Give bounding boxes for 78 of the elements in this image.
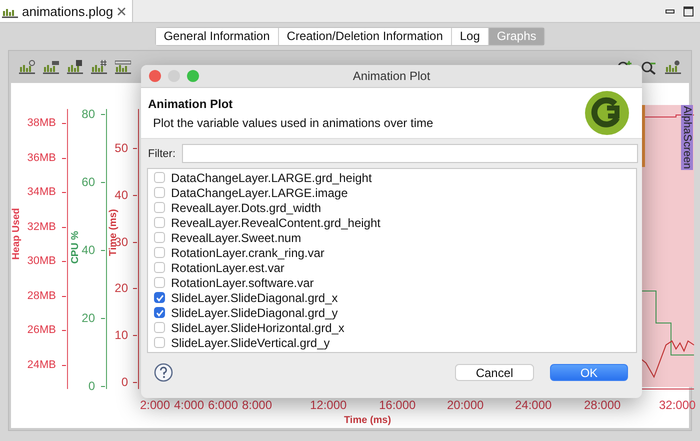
chart-grid-icon[interactable] bbox=[115, 60, 131, 74]
axis-tick-label: 60 bbox=[82, 175, 95, 189]
dialog-title: Animation Plot bbox=[352, 69, 430, 83]
axis-tick-label: 0 bbox=[121, 375, 128, 389]
axis-title: CPU % bbox=[70, 231, 81, 264]
axis-tick-label: 32MB bbox=[27, 220, 56, 234]
axis-tick-label: 38MB bbox=[27, 116, 56, 130]
axis-tick-label: 24MB bbox=[27, 358, 56, 372]
variable-name: RevealLayer.Sweet.num bbox=[171, 230, 302, 244]
axis-tick-label: 28:000 bbox=[584, 398, 621, 412]
axis-tick-label: 30 bbox=[114, 234, 128, 249]
chart-settings-icon[interactable] bbox=[19, 60, 35, 74]
filter-field[interactable] bbox=[182, 144, 638, 163]
axis-title: Heap Used bbox=[11, 208, 22, 260]
axis-tick-label: 26MB bbox=[27, 323, 56, 337]
zoom-out-icon[interactable] bbox=[641, 60, 657, 74]
checkbox[interactable] bbox=[154, 232, 165, 243]
chart-view-icon[interactable] bbox=[665, 60, 681, 74]
axis-tick-label: 10 bbox=[114, 328, 128, 342]
axis-tick-label: 24:000 bbox=[515, 398, 552, 412]
axis-tick-label: 20 bbox=[82, 311, 95, 325]
variable-name: RotationLayer.software.var bbox=[171, 276, 314, 290]
axis-tick-label: 8:000 bbox=[242, 398, 272, 412]
checkbox[interactable] bbox=[154, 172, 165, 183]
cancel-button[interactable]: Cancel bbox=[455, 364, 534, 381]
chart-save-icon[interactable] bbox=[67, 60, 83, 74]
help-icon[interactable] bbox=[154, 363, 173, 382]
variable-name: RevealLayer.RevealContent.grd_height bbox=[171, 216, 380, 230]
axis-tick-label: 50 bbox=[114, 141, 128, 155]
variable-name: DataChangeLayer.LARGE.grd_height bbox=[171, 170, 372, 184]
variable-name: RotationLayer.crank_ring.var bbox=[171, 246, 324, 260]
maximize-icon[interactable] bbox=[683, 6, 694, 16]
variable-name: SlideLayer.SlideVertical.grd_y bbox=[171, 336, 330, 350]
axis-tick-label: 34MB bbox=[27, 185, 56, 199]
checkbox[interactable] bbox=[154, 277, 165, 288]
checkbox[interactable] bbox=[154, 337, 165, 348]
axis-tick-label: 12:000 bbox=[310, 398, 347, 412]
axis-tick-label: 32:000 bbox=[659, 398, 696, 412]
close-icon[interactable] bbox=[149, 70, 161, 82]
checkbox[interactable] bbox=[154, 292, 165, 303]
checkbox[interactable] bbox=[154, 322, 165, 333]
checkbox[interactable] bbox=[154, 307, 165, 318]
variable-name: RotationLayer.est.var bbox=[171, 260, 284, 274]
chart-number-icon[interactable] bbox=[91, 60, 107, 74]
axis-tick-label: 40 bbox=[82, 243, 95, 257]
variable-name: RevealLayer.Dots.grd_width bbox=[171, 200, 322, 214]
view-tab[interactable]: General Information bbox=[156, 28, 279, 45]
axis-tick-label: 36MB bbox=[27, 150, 56, 164]
axis-tick-label: 16:000 bbox=[379, 398, 416, 412]
axis-tick-label: 0 bbox=[88, 379, 95, 393]
variable-name: SlideLayer.SlideDiagonal.grd_y bbox=[171, 306, 338, 320]
variable-name: SlideLayer.SlideDiagonal.grd_x bbox=[171, 290, 338, 304]
filter-label: Filter: bbox=[148, 148, 176, 160]
axis-tick-label: 6:000 bbox=[208, 398, 238, 412]
dialog-description: Plot the variable values used in animations over time bbox=[152, 116, 434, 130]
axis-tick-label: 30MB bbox=[27, 254, 56, 268]
refresh-logo-icon bbox=[584, 90, 630, 136]
checkbox[interactable] bbox=[154, 262, 165, 273]
ok-button[interactable]: OK bbox=[550, 364, 628, 381]
marker-label: AlphaScreen bbox=[681, 105, 693, 170]
editor-tab[interactable]: animations.plog bbox=[0, 0, 134, 22]
axis-tick-label: 4:000 bbox=[174, 398, 204, 412]
axis-tick-label: 20 bbox=[114, 281, 128, 296]
checkbox[interactable] bbox=[154, 217, 165, 228]
axis-tick-label: 2:000 bbox=[140, 398, 170, 412]
axis-tick-label: 80 bbox=[82, 107, 95, 121]
axis-tick-label: 28MB bbox=[27, 288, 56, 302]
variable-name: SlideLayer.SlideHorizontal.grd_x bbox=[171, 320, 344, 334]
checkbox[interactable] bbox=[154, 247, 165, 258]
checkbox[interactable] bbox=[154, 202, 165, 213]
dialog-heading: Animation Plot bbox=[148, 96, 234, 110]
axis-title: Time (ms) bbox=[344, 414, 392, 428]
checkbox[interactable] bbox=[154, 187, 165, 198]
axis-tick-label: 40 bbox=[114, 188, 128, 202]
close-icon[interactable] bbox=[117, 6, 126, 16]
variable-name: DataChangeLayer.LARGE.image bbox=[171, 186, 348, 200]
chart-list-icon[interactable] bbox=[43, 60, 59, 74]
axis-tick-label: 20:000 bbox=[447, 398, 484, 412]
